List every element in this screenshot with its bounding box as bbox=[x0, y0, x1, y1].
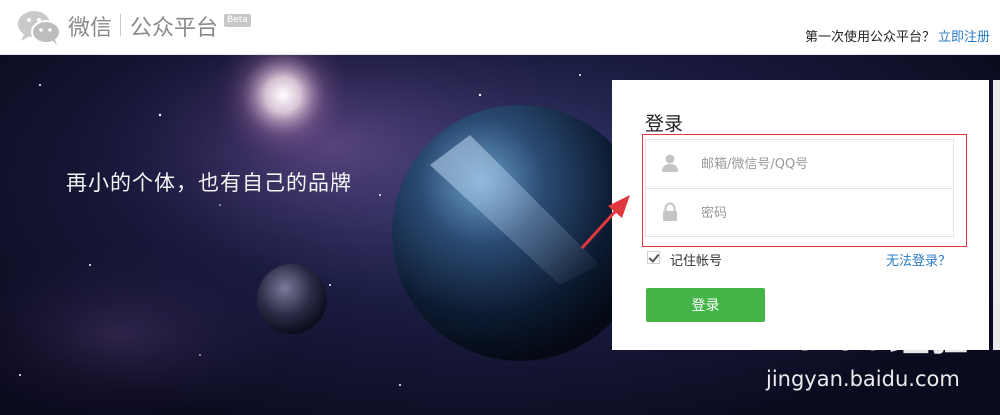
user-icon bbox=[662, 154, 678, 172]
beta-badge: Beta bbox=[224, 14, 251, 27]
top-header: 微信 公众平台 Beta 第一次使用公众平台？ 立即注册 bbox=[0, 0, 1000, 55]
password-input[interactable] bbox=[701, 201, 941, 225]
brand-name: 微信 bbox=[68, 16, 113, 41]
password-row bbox=[646, 189, 953, 237]
login-title: 登录 bbox=[645, 113, 684, 135]
login-button[interactable]: 登录 bbox=[646, 288, 765, 322]
hero-slogan: 再小的个体，也有自己的品牌 bbox=[66, 171, 352, 195]
cannot-login-link[interactable]: 无法登录？ bbox=[886, 250, 951, 269]
account-row bbox=[646, 140, 953, 189]
brand-divider bbox=[120, 14, 121, 36]
watermark-logo: Baidu经验 bbox=[766, 314, 968, 360]
remember-label: 记住帐号 bbox=[670, 254, 723, 269]
lock-icon bbox=[663, 202, 677, 221]
account-input[interactable] bbox=[701, 152, 941, 176]
register-question: 第一次使用公众平台？ bbox=[804, 30, 935, 45]
annotation-arrow-icon bbox=[580, 195, 630, 250]
login-input-group bbox=[645, 139, 954, 237]
watermark-url: jingyan.baidu.com bbox=[766, 367, 960, 391]
register-link[interactable]: 立即注册 bbox=[938, 26, 990, 45]
wechat-logo-icon bbox=[18, 11, 61, 45]
remember-checkbox[interactable] bbox=[647, 251, 660, 264]
baidu-jingyan-watermark: Baidu经验 jingyan.baidu.com bbox=[766, 298, 996, 413]
brand-subtitle: 公众平台 bbox=[130, 16, 219, 41]
